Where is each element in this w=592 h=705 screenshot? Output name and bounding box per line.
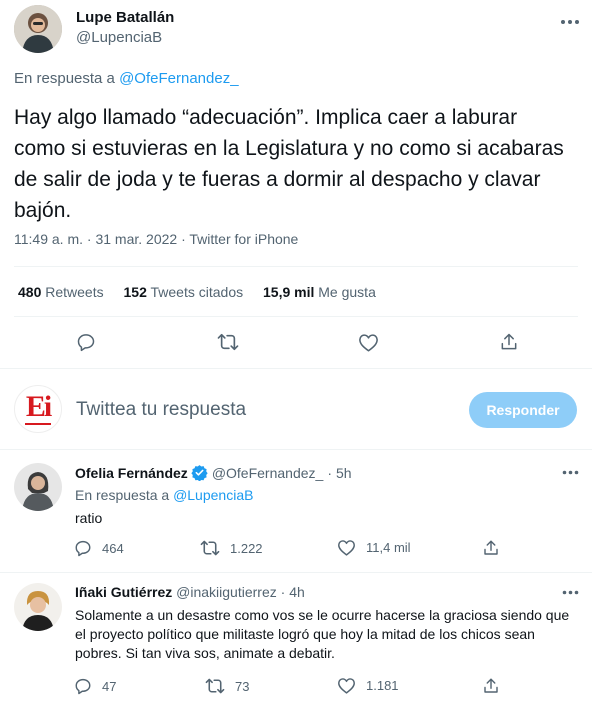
- retweet-count: 73: [235, 678, 250, 694]
- more-options-icon[interactable]: [558, 582, 582, 602]
- reply-text: Solamente a un desastre como vos se le o…: [75, 607, 570, 661]
- reply-time[interactable]: 5h: [336, 465, 352, 481]
- reply-to-link[interactable]: @LupenciaB: [173, 487, 253, 503]
- user-photo-icon: [14, 463, 62, 511]
- composer-avatar[interactable]: Ei: [14, 385, 62, 433]
- retweets-count: 480: [18, 284, 42, 300]
- reply-header: Iñaki Gutiérrez @inakiigutierrez · 4h: [75, 584, 305, 600]
- share-icon[interactable]: [481, 676, 501, 696]
- avatar[interactable]: [14, 5, 62, 53]
- reply-context: En respuesta a @LupenciaB: [75, 487, 253, 503]
- tweet-source[interactable]: Twitter for iPhone: [189, 231, 298, 247]
- reply-composer-input[interactable]: Twittea tu respuesta: [76, 399, 246, 421]
- divider: [0, 449, 592, 450]
- avatar[interactable]: [14, 463, 62, 511]
- reply-text: ratio: [75, 510, 103, 526]
- author-name[interactable]: Lupe Batallán: [76, 9, 174, 26]
- divider: [0, 368, 592, 369]
- like-icon[interactable]: [356, 330, 380, 354]
- author-handle[interactable]: @LupenciaB: [76, 29, 162, 46]
- reply-header: Ofelia Fernández @OfeFernandez_ · 5h: [75, 464, 352, 481]
- more-options-icon[interactable]: [558, 10, 582, 34]
- reply-to-link[interactable]: @OfeFernandez_: [119, 70, 238, 87]
- ei-logo: Ei: [25, 390, 52, 423]
- retweets-label: Retweets: [45, 284, 104, 300]
- meta-separator: ·: [86, 231, 92, 247]
- reply-author-name[interactable]: Ofelia Fernández: [75, 465, 188, 481]
- retweet-icon[interactable]: [215, 330, 241, 354]
- meta-separator: ·: [181, 231, 186, 247]
- like-action[interactable]: 1.181: [337, 677, 399, 694]
- user-photo-icon: [14, 583, 62, 631]
- quotes-count: 152: [123, 284, 147, 300]
- retweet-count: 1.222: [230, 540, 263, 556]
- likes-stat[interactable]: 15,9 mil Me gusta: [263, 284, 376, 300]
- retweets-stat[interactable]: 480 Retweets: [18, 284, 108, 300]
- divider: [14, 316, 578, 317]
- reply-prefix: En respuesta a: [75, 487, 170, 503]
- more-options-icon[interactable]: [558, 462, 582, 482]
- reply-count: 464: [102, 540, 124, 556]
- reply-count: 47: [102, 678, 117, 694]
- retweet-action[interactable]: 1.222: [200, 539, 263, 557]
- like-count: 11,4 mil: [366, 540, 411, 555]
- reply-prefix: En respuesta a: [14, 70, 115, 87]
- likes-label: Me gusta: [318, 284, 376, 300]
- retweet-icon: [200, 540, 220, 556]
- meta-separator: ·: [280, 584, 286, 600]
- like-count: 1.181: [366, 678, 399, 693]
- quotes-stat[interactable]: 152 Tweets citados: [124, 284, 248, 300]
- reply-submit-label: Responder: [486, 402, 560, 418]
- tweet-text: Hay algo llamado “adecuación”. Implica c…: [14, 106, 564, 222]
- likes-count: 15,9 mil: [263, 284, 315, 300]
- avatar[interactable]: [14, 583, 62, 631]
- reply-author-handle[interactable]: @OfeFernandez_: [212, 465, 324, 481]
- reply-author-handle[interactable]: @inakiigutierrez: [176, 584, 277, 600]
- reply-action[interactable]: 464: [74, 539, 124, 557]
- tweet-date[interactable]: 31 mar. 2022: [95, 231, 177, 247]
- share-icon[interactable]: [481, 538, 501, 558]
- reply-submit-button[interactable]: Responder: [469, 392, 577, 428]
- reply-time[interactable]: 4h: [289, 584, 305, 600]
- divider: [0, 572, 592, 573]
- tweet-time[interactable]: 11:49 a. m.: [14, 231, 83, 247]
- quotes-label: Tweets citados: [150, 284, 244, 300]
- like-action[interactable]: 11,4 mil: [337, 539, 411, 556]
- share-icon[interactable]: [497, 330, 521, 354]
- like-icon: [338, 678, 355, 694]
- logo-underline: [25, 423, 51, 425]
- verified-badge-icon: [191, 464, 208, 481]
- reply-context: En respuesta a @OfeFernandez_: [14, 70, 239, 87]
- retweet-icon: [205, 678, 225, 694]
- retweet-action[interactable]: 73: [205, 677, 249, 695]
- reply-icon[interactable]: [74, 330, 98, 354]
- reply-action[interactable]: 47: [74, 677, 116, 695]
- divider: [14, 266, 578, 267]
- reply-icon: [75, 678, 91, 695]
- tweet-stats: 480 Retweets 152 Tweets citados 15,9 mil…: [18, 284, 376, 300]
- meta-separator: ·: [327, 464, 332, 481]
- reply-author-name[interactable]: Iñaki Gutiérrez: [75, 584, 172, 600]
- reply-icon: [75, 540, 91, 557]
- like-icon: [338, 540, 355, 556]
- tweet-meta: 11:49 a. m. · 31 mar. 2022 · Twitter for…: [14, 231, 298, 247]
- user-photo-icon: [14, 5, 62, 53]
